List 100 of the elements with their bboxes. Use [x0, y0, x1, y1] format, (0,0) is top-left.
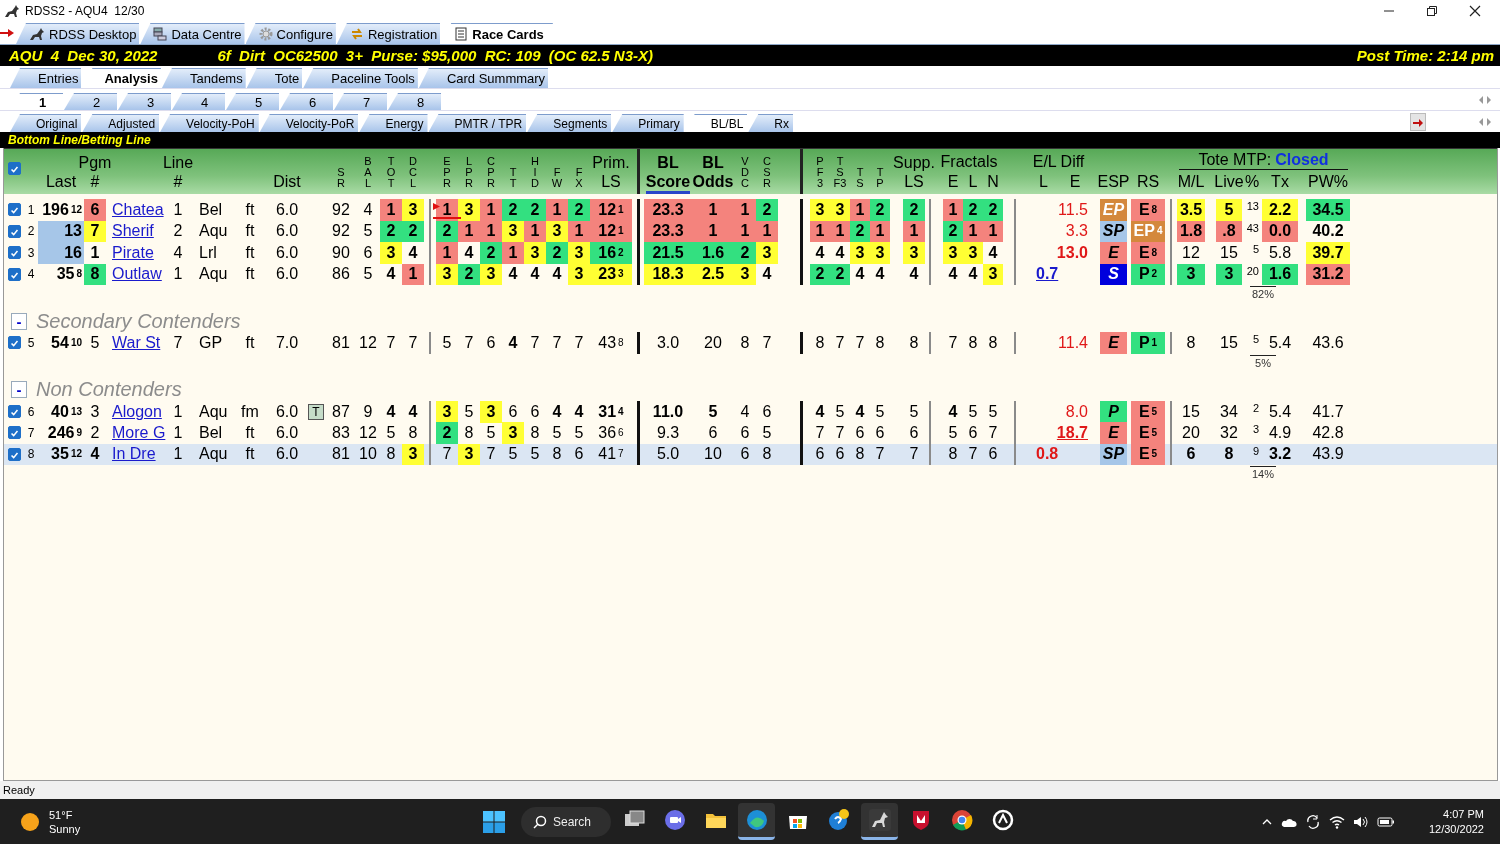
- tab[interactable]: Configure: [245, 23, 336, 44]
- checkbox[interactable]: [7, 447, 21, 461]
- column-header[interactable]: E P R: [443, 156, 451, 194]
- checkbox[interactable]: [7, 224, 21, 238]
- column-header[interactable]: Supp. LS: [893, 153, 935, 194]
- export-icon[interactable]: [1410, 112, 1426, 131]
- battery-icon[interactable]: [1376, 815, 1395, 828]
- tab[interactable]: 3: [118, 93, 171, 110]
- name-link[interactable]: Outlaw: [106, 263, 168, 285]
- table-cell-text: 5.8: [1267, 242, 1293, 263]
- windows-start-icon[interactable]: [483, 810, 505, 833]
- column-header[interactable]: PW%: [1308, 172, 1348, 194]
- tab[interactable]: Card Summmary: [418, 68, 549, 88]
- name-link[interactable]: More G: [106, 422, 168, 444]
- column-header[interactable]: M/L: [1177, 172, 1205, 194]
- column-header[interactable]: Last: [45, 172, 77, 194]
- column-header[interactable]: N: [987, 172, 999, 194]
- column-header[interactable]: F W: [551, 167, 563, 194]
- tab[interactable]: Segments: [527, 114, 612, 132]
- column-header[interactable]: Live: [1214, 172, 1244, 194]
- column-header[interactable]: D C L: [409, 156, 417, 194]
- column-header[interactable]: L: [968, 172, 978, 194]
- close-icon[interactable]: [1469, 5, 1481, 17]
- tab[interactable]: 4: [172, 93, 225, 110]
- column-header[interactable]: BL Odds: [692, 153, 734, 194]
- value-link[interactable]: 0.7: [1027, 263, 1060, 285]
- column-header[interactable]: P F 3: [816, 156, 824, 194]
- column-header[interactable]: H I D: [531, 156, 539, 194]
- search-field[interactable]: Search: [521, 806, 611, 837]
- table-cell-text: 6: [1185, 444, 1197, 465]
- horse-button[interactable]: [861, 803, 898, 840]
- name-link[interactable]: Chatea: [106, 199, 168, 221]
- tab[interactable]: Original: [10, 114, 82, 132]
- browser-button[interactable]: [738, 803, 775, 840]
- tab[interactable]: 7: [334, 93, 387, 110]
- tab[interactable]: Velocity-PoR: [259, 114, 359, 132]
- name-link[interactable]: Sherif: [106, 220, 168, 242]
- tab[interactable]: Entries: [10, 68, 82, 88]
- table-cell-text: 6: [739, 422, 751, 443]
- restore-icon[interactable]: [1426, 5, 1438, 17]
- column-header[interactable]: Tx: [1271, 172, 1289, 194]
- tab[interactable]: Rx: [748, 114, 794, 132]
- tab[interactable]: PMTR / TPR: [428, 114, 527, 132]
- column-header[interactable]: F X: [575, 167, 583, 194]
- collapse-button[interactable]: -: [11, 312, 27, 330]
- scroll-arrows-icon[interactable]: [1478, 116, 1492, 127]
- wifi-icon[interactable]: [1328, 814, 1345, 829]
- checkbox[interactable]: [7, 426, 21, 440]
- tab[interactable]: Tandems: [161, 68, 246, 88]
- tab[interactable]: Tote: [246, 68, 303, 88]
- tab[interactable]: Primary: [612, 114, 684, 132]
- table-cell: 3: [502, 422, 524, 444]
- column-header[interactable]: T T: [509, 167, 517, 194]
- column-header[interactable]: E: [947, 172, 959, 194]
- collapse-button[interactable]: -: [11, 381, 27, 398]
- column-header[interactable]: Prim. LS: [592, 153, 630, 194]
- scroll-arrows-icon[interactable]: [1478, 94, 1492, 105]
- sync-icon[interactable]: [1304, 813, 1321, 830]
- tab[interactable]: 8: [388, 93, 441, 110]
- tab[interactable]: 2: [64, 93, 117, 110]
- tab[interactable]: Velocity-PoH: [160, 114, 259, 132]
- speaker-icon[interactable]: [1352, 814, 1369, 829]
- column-header[interactable]: L: [1039, 172, 1048, 194]
- column-header[interactable]: C P R: [487, 156, 495, 194]
- column-header[interactable]: ESP: [1097, 172, 1130, 194]
- column-header[interactable]: T S: [856, 167, 864, 194]
- column-header[interactable]: Dist: [273, 172, 301, 194]
- checkbox[interactable]: [7, 246, 21, 260]
- column-header[interactable]: S R: [337, 167, 345, 194]
- checkbox[interactable]: [7, 336, 21, 350]
- column-header[interactable]: Line #: [162, 153, 194, 194]
- name-link[interactable]: Pirate: [106, 242, 168, 264]
- column-header[interactable]: RS: [1136, 172, 1160, 194]
- tab[interactable]: RDSS Desktop: [16, 23, 140, 44]
- column-header[interactable]: T P: [876, 167, 884, 194]
- name-link[interactable]: Alogon: [106, 400, 168, 423]
- checkbox[interactable]: [7, 162, 21, 175]
- tab[interactable]: Adjusted: [82, 114, 160, 132]
- column-header[interactable]: BL Score: [645, 153, 691, 194]
- column-header[interactable]: Pgm #: [78, 153, 112, 194]
- column-header[interactable]: L P R: [465, 156, 473, 194]
- checkbox[interactable]: [7, 203, 21, 217]
- column-header[interactable]: %: [1244, 172, 1260, 194]
- column-header[interactable]: E: [1069, 172, 1081, 194]
- column-header[interactable]: T O T: [386, 156, 396, 194]
- name-link[interactable]: In Dre: [106, 443, 168, 465]
- column-header[interactable]: T S F3: [833, 156, 847, 194]
- column-header[interactable]: B A L: [364, 156, 372, 194]
- tab[interactable]: 6: [280, 93, 333, 110]
- checkbox[interactable]: [7, 405, 21, 418]
- tab[interactable]: Data Centre: [140, 23, 245, 44]
- tab[interactable]: 5: [226, 93, 279, 110]
- tab[interactable]: Paceline Tools: [303, 68, 418, 88]
- table-cell-text: 3: [1251, 422, 1260, 437]
- name-link[interactable]: War St: [106, 332, 168, 354]
- column-header[interactable]: C S R: [763, 156, 771, 194]
- checkbox[interactable]: [7, 267, 21, 281]
- tab[interactable]: Registration: [336, 23, 441, 44]
- column-header[interactable]: V D C: [741, 156, 749, 194]
- tab[interactable]: Energy: [359, 114, 428, 132]
